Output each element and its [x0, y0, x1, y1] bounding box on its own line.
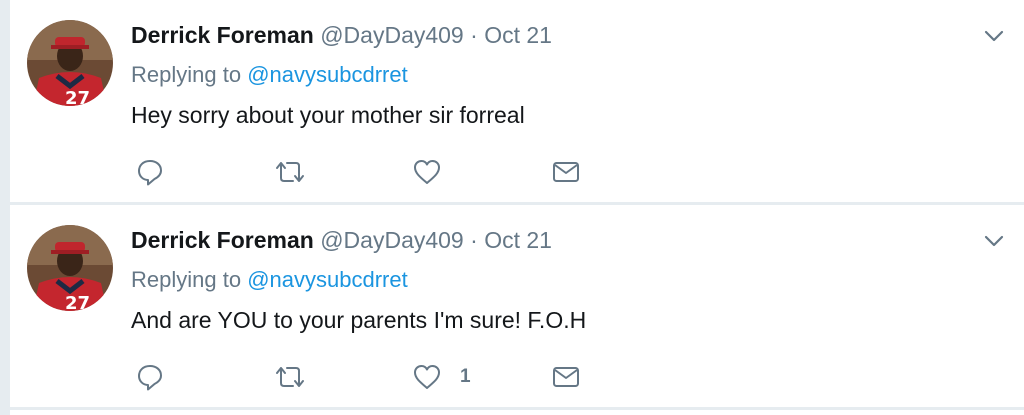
retweet-icon: [276, 162, 304, 182]
dot-separator: ·: [470, 227, 478, 253]
replying-mention[interactable]: @navysubcdrret: [247, 267, 408, 292]
retweet-icon: [276, 367, 304, 387]
author-name[interactable]: Derrick Foreman: [131, 22, 314, 48]
avatar-image: 27: [27, 225, 113, 311]
replying-label: Replying to: [131, 62, 242, 87]
reply-icon: [138, 365, 162, 391]
svg-text:27: 27: [65, 88, 90, 106]
chevron-down-icon[interactable]: [980, 22, 1008, 50]
direct-message-button[interactable]: [551, 362, 581, 392]
replying-to-line: Replying to @navysubcdrret: [131, 60, 408, 90]
reply-button[interactable]: [135, 362, 165, 392]
tweet-text: Hey sorry about your mother sir forreal: [131, 102, 525, 128]
tweet-header: Derrick Foreman @DayDay409 · Oct 21: [131, 20, 552, 50]
timeline: 27 Derrick Foreman @DayDay409 · Oct 21 R…: [10, 0, 1024, 415]
tweet-header: Derrick Foreman @DayDay409 · Oct 21: [131, 225, 552, 255]
reply-icon: [138, 160, 162, 186]
tweet-date[interactable]: Oct 21: [484, 22, 552, 48]
avatar[interactable]: 27: [27, 20, 113, 106]
direct-message-button[interactable]: [551, 157, 581, 187]
replying-mention[interactable]: @navysubcdrret: [247, 62, 408, 87]
author-handle[interactable]: @DayDay409: [320, 22, 464, 48]
avatar[interactable]: 27: [27, 225, 113, 311]
dot-separator: ·: [470, 22, 478, 48]
replying-to-line: Replying to @navysubcdrret: [131, 265, 408, 295]
replying-label: Replying to: [131, 267, 242, 292]
tweet[interactable]: 27 Derrick Foreman @DayDay409 · Oct 21 R…: [10, 205, 1024, 407]
chevron-down-icon[interactable]: [980, 227, 1008, 255]
retweet-button[interactable]: [273, 157, 307, 187]
retweet-button[interactable]: [273, 362, 307, 392]
svg-text:27: 27: [65, 293, 90, 311]
author-handle[interactable]: @DayDay409: [320, 227, 464, 253]
tweet-text: And are YOU to your parents I'm sure! F.…: [131, 307, 587, 333]
mail-icon: [553, 162, 579, 182]
avatar-image: 27: [27, 20, 113, 106]
mail-icon: [553, 367, 579, 387]
like-button[interactable]: [412, 157, 460, 187]
heart-icon: [414, 160, 440, 184]
tweet[interactable]: 27 Derrick Foreman @DayDay409 · Oct 21 R…: [10, 0, 1024, 202]
like-button[interactable]: 1: [412, 362, 471, 392]
heart-icon: [414, 365, 440, 389]
tweet-divider: [10, 407, 1024, 410]
tweet-date[interactable]: Oct 21: [484, 227, 552, 253]
author-name[interactable]: Derrick Foreman: [131, 227, 314, 253]
like-count: 1: [460, 366, 471, 387]
reply-button[interactable]: [135, 157, 165, 187]
